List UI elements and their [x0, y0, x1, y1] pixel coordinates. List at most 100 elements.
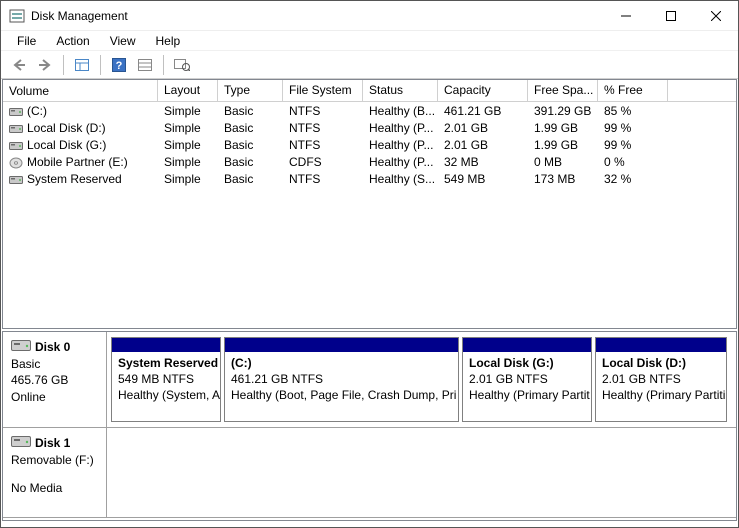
partition-status: Healthy (System, A [118, 387, 214, 403]
volume-pct: 99 % [598, 138, 668, 152]
titlebar: Disk Management [1, 1, 738, 31]
app-icon [9, 8, 25, 24]
partition-stripe [112, 338, 220, 352]
disk-label: Disk 0 [35, 339, 70, 355]
volume-capacity: 32 MB [438, 155, 528, 169]
partition-name: System Reserved [118, 355, 214, 371]
volume-free: 173 MB [528, 172, 598, 186]
drive-icon [9, 157, 23, 167]
partition-name: Local Disk (G:) [469, 355, 585, 371]
volume-layout: Simple [158, 104, 218, 118]
volume-row[interactable]: (C:)SimpleBasicNTFSHealthy (B...461.21 G… [3, 102, 736, 119]
toolbar: ? [1, 51, 738, 79]
partition-status: Healthy (Primary Partiti [602, 387, 720, 403]
menu-view[interactable]: View [102, 32, 144, 50]
partition-size: 2.01 GB NTFS [602, 371, 720, 387]
partition[interactable]: (C:)461.21 GB NTFSHealthy (Boot, Page Fi… [224, 337, 459, 422]
volume-free: 1.99 GB [528, 121, 598, 135]
volume-status: Healthy (B... [363, 104, 438, 118]
volume-name: Mobile Partner (E:) [27, 155, 128, 169]
volume-filesystem: NTFS [283, 138, 363, 152]
volume-capacity: 2.01 GB [438, 121, 528, 135]
disk-row: Disk 1Removable (F:)No Media [3, 428, 736, 518]
window-title: Disk Management [31, 9, 603, 23]
minimize-button[interactable] [603, 2, 648, 30]
drive-icon [9, 174, 23, 184]
col-volume[interactable]: Volume [3, 80, 158, 101]
volume-free: 391.29 GB [528, 104, 598, 118]
volume-type: Basic [218, 104, 283, 118]
disk-type: Basic [11, 356, 98, 372]
partition-size: 461.21 GB NTFS [231, 371, 452, 387]
volume-row[interactable]: Local Disk (D:)SimpleBasicNTFSHealthy (P… [3, 119, 736, 136]
volume-row[interactable]: Local Disk (G:)SimpleBasicNTFSHealthy (P… [3, 136, 736, 153]
partition-name: (C:) [231, 355, 452, 371]
volume-status: Healthy (P... [363, 121, 438, 135]
volume-row[interactable]: System ReservedSimpleBasicNTFSHealthy (S… [3, 170, 736, 187]
partition[interactable]: Local Disk (D:)2.01 GB NTFSHealthy (Prim… [595, 337, 727, 422]
close-button[interactable] [693, 2, 738, 30]
toolbar-separator [163, 55, 164, 75]
partition-stripe [225, 338, 458, 352]
properties-button[interactable] [170, 54, 194, 76]
volume-filesystem: CDFS [283, 155, 363, 169]
volume-pct: 99 % [598, 121, 668, 135]
volume-list: Volume Layout Type File System Status Ca… [2, 79, 737, 329]
volume-status: Healthy (P... [363, 138, 438, 152]
disk-status: No Media [11, 480, 98, 496]
forward-button[interactable] [33, 54, 57, 76]
volume-pct: 85 % [598, 104, 668, 118]
svg-text:?: ? [116, 60, 123, 72]
volume-row[interactable]: Mobile Partner (E:) SimpleBasicCDFSHealth… [3, 153, 736, 170]
partition[interactable]: Local Disk (G:)2.01 GB NTFSHealthy (Prim… [462, 337, 592, 422]
col-capacity[interactable]: Capacity [438, 80, 528, 101]
disk-info[interactable]: Disk 1Removable (F:)No Media [3, 428, 107, 517]
volume-pct: 32 % [598, 172, 668, 186]
disk-size: 465.76 GB [11, 372, 98, 388]
disk-row: Disk 0Basic465.76 GBOnlineSystem Reserve… [3, 332, 736, 428]
menu-file[interactable]: File [9, 32, 44, 50]
col-percent-free[interactable]: % Free [598, 80, 668, 101]
partition[interactable]: System Reserved549 MB NTFSHealthy (Syste… [111, 337, 221, 422]
back-button[interactable] [7, 54, 31, 76]
window-controls [603, 2, 738, 30]
volume-pct: 0 % [598, 155, 668, 169]
col-layout[interactable]: Layout [158, 80, 218, 101]
partition-size: 549 MB NTFS [118, 371, 214, 387]
disk-info[interactable]: Disk 0Basic465.76 GBOnline [3, 332, 107, 427]
col-filesystem[interactable]: File System [283, 80, 363, 101]
volume-name: Local Disk (G:) [27, 138, 106, 152]
volume-type: Basic [218, 138, 283, 152]
partition-status: Healthy (Boot, Page File, Crash Dump, Pr… [231, 387, 452, 403]
layout-button[interactable] [70, 54, 94, 76]
toolbar-separator [63, 55, 64, 75]
volume-layout: Simple [158, 172, 218, 186]
volume-filesystem: NTFS [283, 121, 363, 135]
volume-capacity: 2.01 GB [438, 138, 528, 152]
partition-stripe [596, 338, 726, 352]
disk-type: Removable (F:) [11, 452, 98, 468]
volume-layout: Simple [158, 155, 218, 169]
volume-name: Local Disk (D:) [27, 121, 106, 135]
partition-stripe [463, 338, 591, 352]
drive-icon [9, 106, 23, 116]
partition-status: Healthy (Primary Partit [469, 387, 585, 403]
menu-help[interactable]: Help [148, 32, 189, 50]
volume-filesystem: NTFS [283, 104, 363, 118]
volume-status: Healthy (P... [363, 155, 438, 169]
menubar: File Action View Help [1, 31, 738, 51]
col-free-space[interactable]: Free Spa... [528, 80, 598, 101]
volume-list-body: (C:)SimpleBasicNTFSHealthy (B...461.21 G… [3, 102, 736, 187]
volume-type: Basic [218, 155, 283, 169]
drive-icon [9, 123, 23, 133]
col-type[interactable]: Type [218, 80, 283, 101]
maximize-button[interactable] [648, 2, 693, 30]
partitions-area [107, 428, 736, 517]
volume-free: 0 MB [528, 155, 598, 169]
list-button[interactable] [133, 54, 157, 76]
disk-status: Online [11, 389, 98, 405]
help-button[interactable]: ? [107, 54, 131, 76]
menu-action[interactable]: Action [48, 32, 97, 50]
col-status[interactable]: Status [363, 80, 438, 101]
volume-free: 1.99 GB [528, 138, 598, 152]
